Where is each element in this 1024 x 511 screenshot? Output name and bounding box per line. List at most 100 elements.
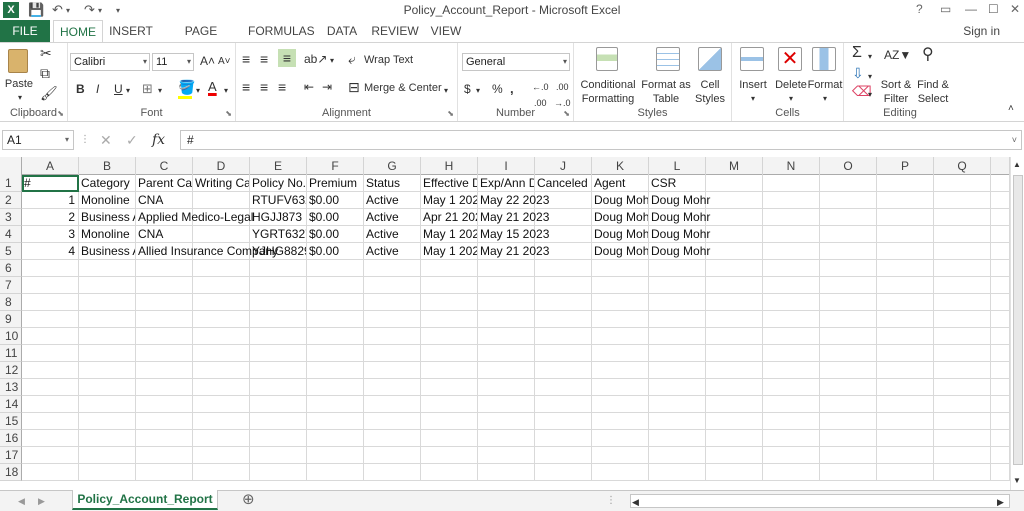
confirm-entry-icon[interactable]: ✓ <box>126 132 138 148</box>
cell[interactable] <box>592 379 649 396</box>
cell[interactable] <box>535 311 592 328</box>
cell[interactable]: Doug Mohr <box>649 226 710 243</box>
cell[interactable] <box>820 192 877 209</box>
currency-dropdown-icon[interactable]: ▾ <box>476 83 480 99</box>
cell[interactable] <box>820 294 877 311</box>
cell[interactable] <box>535 345 592 362</box>
number-format-combo[interactable]: General ▾ <box>462 53 570 71</box>
name-box[interactable]: A1 ▾ <box>2 130 74 150</box>
cell[interactable] <box>763 447 820 464</box>
row-header-16[interactable]: 16 <box>0 430 22 447</box>
cell[interactable] <box>250 311 307 328</box>
tab-view[interactable]: VIEW <box>428 20 464 42</box>
cell[interactable] <box>307 464 364 481</box>
cell[interactable] <box>136 430 193 447</box>
cell[interactable] <box>421 311 478 328</box>
cell[interactable] <box>478 345 535 362</box>
cell[interactable] <box>877 379 934 396</box>
cell[interactable] <box>592 294 649 311</box>
tab-file[interactable]: FILE <box>0 20 50 42</box>
cell[interactable] <box>877 413 934 430</box>
cell[interactable]: HGJJ873 <box>250 209 307 226</box>
cell[interactable] <box>649 260 706 277</box>
formula-input[interactable]: # ˅ <box>180 130 1022 150</box>
bold-button[interactable]: B <box>76 81 85 97</box>
cell[interactable] <box>592 464 649 481</box>
cell[interactable] <box>364 379 421 396</box>
cell[interactable] <box>934 209 991 226</box>
cell[interactable] <box>478 447 535 464</box>
cell[interactable]: Category <box>79 175 136 192</box>
autosum-icon[interactable]: Σ <box>852 45 862 61</box>
cell[interactable] <box>877 345 934 362</box>
cell[interactable]: $0.00 <box>307 226 364 243</box>
select-all-button[interactable] <box>0 157 22 175</box>
cell[interactable] <box>763 260 820 277</box>
cell[interactable] <box>592 362 649 379</box>
cell[interactable]: Monoline <box>79 226 136 243</box>
cell[interactable] <box>79 413 136 430</box>
borders-icon[interactable]: ⊞ <box>142 81 153 97</box>
cell[interactable] <box>364 362 421 379</box>
cell[interactable] <box>763 243 820 260</box>
cell[interactable] <box>934 413 991 430</box>
cell[interactable] <box>421 413 478 430</box>
cell[interactable]: YGRT6327 <box>250 226 307 243</box>
cell[interactable] <box>934 464 991 481</box>
align-left-icon[interactable]: ≡ <box>242 79 250 95</box>
cell[interactable] <box>706 328 763 345</box>
next-sheet-icon[interactable]: ▶ <box>38 493 45 509</box>
cell[interactable] <box>22 260 79 277</box>
cell[interactable] <box>193 447 250 464</box>
cell[interactable] <box>421 294 478 311</box>
clipboard-launcher-icon[interactable]: ⬊ <box>57 109 64 118</box>
column-header-b[interactable]: B <box>79 157 136 175</box>
cell[interactable] <box>307 396 364 413</box>
find-binoculars-icon[interactable]: ⚲ <box>922 47 934 63</box>
cell[interactable] <box>934 294 991 311</box>
cell[interactable]: Writing Carrier <box>193 175 250 192</box>
row-header-6[interactable]: 6 <box>0 260 22 277</box>
cell[interactable] <box>79 464 136 481</box>
cell[interactable] <box>307 447 364 464</box>
increase-indent-icon[interactable]: ⇥ <box>322 79 332 95</box>
cell[interactable] <box>649 311 706 328</box>
cell[interactable] <box>706 345 763 362</box>
cell[interactable] <box>364 464 421 481</box>
align-top-icon[interactable]: ≡ <box>242 51 250 67</box>
cell[interactable]: Active <box>364 192 421 209</box>
cell[interactable] <box>820 430 877 447</box>
cell[interactable] <box>478 362 535 379</box>
cell[interactable]: May 21 2023 <box>478 209 549 226</box>
cell[interactable]: $0.00 <box>307 243 364 260</box>
cell[interactable] <box>763 294 820 311</box>
cell[interactable] <box>706 396 763 413</box>
cell[interactable] <box>193 260 250 277</box>
underline-button[interactable]: U <box>114 81 123 97</box>
cell[interactable] <box>991 192 1010 209</box>
row-header-14[interactable]: 14 <box>0 396 22 413</box>
row-header-7[interactable]: 7 <box>0 277 22 294</box>
cell[interactable] <box>193 464 250 481</box>
cell[interactable] <box>136 260 193 277</box>
cell[interactable]: Status <box>364 175 421 192</box>
column-header-e[interactable]: E <box>250 157 307 175</box>
delete-dropdown-icon[interactable]: ▾ <box>784 92 798 106</box>
cell[interactable] <box>250 430 307 447</box>
cell[interactable] <box>991 379 1010 396</box>
cell[interactable] <box>364 277 421 294</box>
orientation-icon[interactable]: ab↗ <box>304 51 327 67</box>
cell[interactable] <box>763 311 820 328</box>
row-header-1[interactable]: 1 <box>0 175 22 192</box>
row-header-13[interactable]: 13 <box>0 379 22 396</box>
cell[interactable] <box>706 294 763 311</box>
cell[interactable] <box>535 260 592 277</box>
cell[interactable]: Policy No. <box>250 175 307 192</box>
cell[interactable] <box>535 379 592 396</box>
fill-color-dropdown-icon[interactable]: ▾ <box>196 83 200 99</box>
cell[interactable] <box>535 413 592 430</box>
cell[interactable] <box>478 379 535 396</box>
cell[interactable] <box>421 464 478 481</box>
cell[interactable] <box>535 396 592 413</box>
cell[interactable]: May 21 2023 <box>478 243 549 260</box>
